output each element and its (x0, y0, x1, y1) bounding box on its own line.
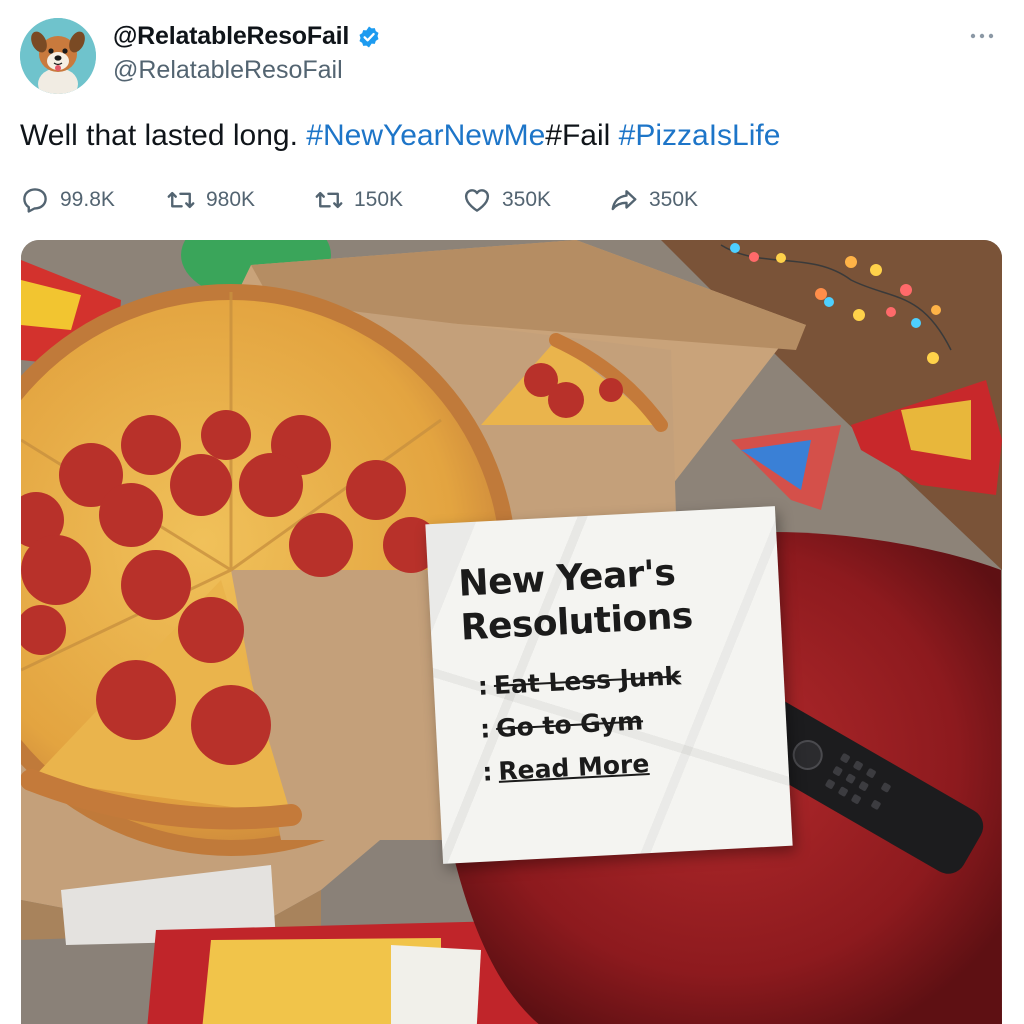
verified-badge-icon (359, 26, 379, 47)
like-count: 350K (502, 188, 552, 211)
tweet-text: Well that lasted long. #NewYearNewMe#Fai… (20, 117, 780, 155)
retweet-count: 980K (206, 188, 256, 211)
tweet-text-fail: #Fail (545, 119, 619, 152)
action-bar: 99.8K 980K 150K 350K 350K (20, 182, 698, 218)
note-title: New Year's Resolutions (457, 551, 693, 651)
share-button[interactable]: 350K (609, 185, 698, 215)
tweet-card: @RelatableResoFail @RelatableResoFail We… (0, 0, 1024, 1024)
hashtag-pizzaislife[interactable]: #PizzaIsLife (619, 119, 781, 152)
resolution-item-1: : Eat Less Junk (477, 661, 682, 701)
dog-avatar-icon[interactable] (20, 18, 96, 94)
retweet-button[interactable]: 980K (166, 185, 314, 215)
reply-button[interactable]: 99.8K (20, 185, 166, 215)
resolution-item-2: : Go to Gym (479, 706, 644, 744)
share-count: 350K (649, 188, 699, 211)
resolution-item-3: : Read More (481, 749, 650, 787)
author-name-row: @RelatableResoFail (113, 22, 381, 51)
quote-button[interactable]: 150K (314, 185, 462, 215)
quote-count: 150K (354, 188, 404, 211)
more-options-icon[interactable] (968, 26, 996, 46)
share-icon (611, 190, 637, 211)
quote-retweet-icon (315, 191, 343, 209)
reply-icon (23, 188, 47, 213)
heart-icon (464, 189, 490, 212)
author-handle[interactable]: @RelatableResoFail (113, 56, 343, 85)
tweet-image[interactable]: New Year's Resolutions : Eat Less Junk :G… (21, 240, 1002, 1024)
hashtag-newyearnewme[interactable]: #NewYearNewMe (306, 119, 545, 152)
resolutions-note: New Year's Resolutions : Eat Less Junk :G… (425, 506, 793, 864)
display-name[interactable]: @RelatableResoFail (113, 22, 349, 51)
tweet-text-body: Well that lasted long. (20, 119, 307, 152)
reply-count: 99.8K (60, 188, 115, 211)
like-button[interactable]: 350K (462, 185, 609, 215)
retweet-icon (167, 191, 195, 209)
